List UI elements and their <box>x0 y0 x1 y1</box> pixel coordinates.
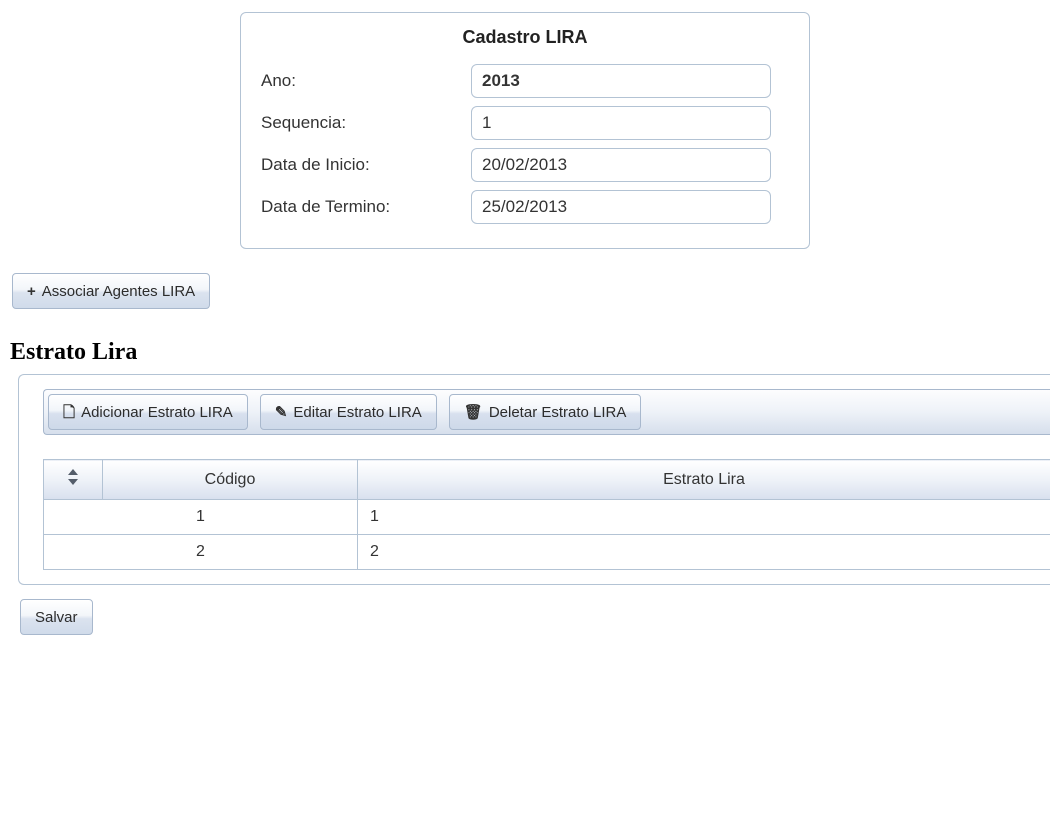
label-data-termino: Data de Termino: <box>261 197 471 217</box>
input-data-termino[interactable] <box>471 190 771 224</box>
section-heading: Estrato Lira <box>10 339 1040 366</box>
plus-icon: + <box>27 284 36 299</box>
trash-icon: 🗑 <box>464 405 483 420</box>
edit-estrato-button[interactable]: ✎ Editar Estrato LIRA <box>260 394 437 430</box>
form-row-data-inicio: Data de Inicio: <box>261 148 789 182</box>
add-estrato-label: Adicionar Estrato LIRA <box>81 404 233 421</box>
cell-codigo: 2 <box>44 535 358 570</box>
panel-title: Cadastro LIRA <box>261 27 789 48</box>
cadastro-lira-panel: Cadastro LIRA Ano: Sequencia: Data de In… <box>240 12 810 249</box>
table-header-row: Código Estrato Lira <box>44 460 1050 500</box>
table-row[interactable]: 1 1 <box>44 500 1050 535</box>
input-data-inicio[interactable] <box>471 148 771 182</box>
cell-estrato: 1 <box>358 500 1050 535</box>
cell-codigo: 1 <box>44 500 358 535</box>
estrato-section: 🗋 Adicionar Estrato LIRA ✎ Editar Estrat… <box>18 374 1050 585</box>
input-sequencia[interactable] <box>471 106 771 140</box>
associate-agents-label: Associar Agentes LIRA <box>42 283 195 300</box>
input-ano[interactable] <box>471 64 771 98</box>
save-row: Salvar <box>20 599 1040 635</box>
label-ano: Ano: <box>261 71 471 91</box>
sort-icon <box>68 468 78 486</box>
estrato-column-header[interactable]: Estrato Lira <box>358 460 1050 500</box>
codigo-column-header[interactable]: Código <box>103 460 358 500</box>
sort-column-header[interactable] <box>44 460 103 500</box>
estrato-toolbar: 🗋 Adicionar Estrato LIRA ✎ Editar Estrat… <box>43 389 1050 435</box>
associate-row: + Associar Agentes LIRA <box>12 273 1040 309</box>
associate-agents-button[interactable]: + Associar Agentes LIRA <box>12 273 210 309</box>
pencil-icon: ✎ <box>275 405 288 420</box>
add-estrato-button[interactable]: 🗋 Adicionar Estrato LIRA <box>48 394 248 430</box>
table-row[interactable]: 2 2 <box>44 535 1050 570</box>
delete-estrato-label: Deletar Estrato LIRA <box>489 404 627 421</box>
save-button[interactable]: Salvar <box>20 599 93 635</box>
edit-estrato-label: Editar Estrato LIRA <box>293 404 421 421</box>
cell-estrato: 2 <box>358 535 1050 570</box>
label-data-inicio: Data de Inicio: <box>261 155 471 175</box>
form-row-ano: Ano: <box>261 64 789 98</box>
form-row-data-termino: Data de Termino: <box>261 190 789 224</box>
document-icon: 🗋 <box>63 405 75 420</box>
delete-estrato-button[interactable]: 🗑 Deletar Estrato LIRA <box>449 394 642 430</box>
estrato-table: Código Estrato Lira 1 1 2 2 <box>43 459 1050 570</box>
form-row-sequencia: Sequencia: <box>261 106 789 140</box>
label-sequencia: Sequencia: <box>261 113 471 133</box>
save-button-label: Salvar <box>35 609 78 626</box>
